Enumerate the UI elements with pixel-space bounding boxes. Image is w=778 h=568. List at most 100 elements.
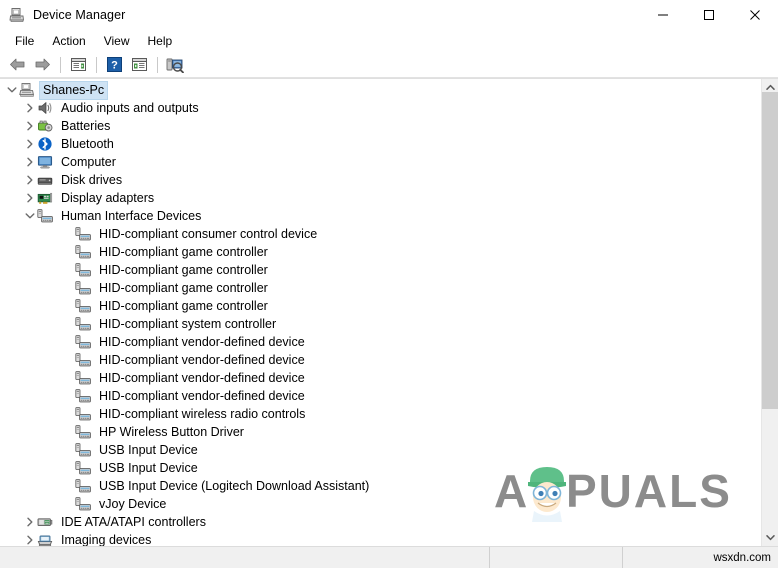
tree-device-row[interactable]: HID-compliant vendor-defined device [0, 333, 761, 351]
menu-action[interactable]: Action [43, 31, 94, 51]
hid-icon [75, 388, 91, 404]
menu-view[interactable]: View [95, 31, 139, 51]
tree-row-label: IDE ATA/ATAPI controllers [61, 515, 206, 529]
minimize-button[interactable] [640, 0, 686, 30]
tree-row-label: HID-compliant game controller [99, 245, 268, 259]
vertical-scrollbar[interactable] [761, 79, 778, 546]
tree-row-label: HID-compliant consumer control device [99, 227, 318, 241]
tree-category-row[interactable]: Bluetooth [0, 135, 761, 153]
title-bar: Device Manager [0, 0, 778, 30]
hid-icon [75, 406, 91, 422]
device-tree[interactable]: Shanes-Pc Audio inputs and outputs Batteri… [0, 79, 761, 546]
status-bar: wsxdn.com [0, 546, 778, 568]
svg-text:?: ? [111, 60, 118, 72]
tree-row-label: HID-compliant vendor-defined device [99, 335, 305, 349]
tree-device-row[interactable]: HID-compliant game controller [0, 297, 761, 315]
tree-category-row[interactable]: IDE ATA/ATAPI controllers [0, 513, 761, 531]
bluetooth-icon [37, 136, 53, 152]
battery-icon [37, 118, 53, 134]
disk-drive-icon [37, 172, 53, 188]
hid-icon [75, 460, 91, 476]
tree-device-row[interactable]: USB Input Device [0, 459, 761, 477]
tree-row-label: vJoy Device [99, 497, 167, 511]
tree-row-label: USB Input Device [99, 443, 198, 457]
tree-row-label: HID-compliant wireless radio controls [99, 407, 306, 421]
chevron-right-icon[interactable] [22, 189, 37, 207]
tree-row-label: HID-compliant game controller [99, 299, 268, 313]
maximize-button[interactable] [686, 0, 732, 30]
back-button[interactable] [5, 54, 29, 76]
hid-icon [75, 442, 91, 458]
hid-icon [75, 334, 91, 350]
hid-icon [75, 262, 91, 278]
status-panel-1 [0, 546, 490, 568]
tree-device-row[interactable]: HID-compliant game controller [0, 279, 761, 297]
forward-button[interactable] [30, 54, 54, 76]
tree-device-row[interactable]: HID-compliant game controller [0, 261, 761, 279]
tree-device-row[interactable]: HID-compliant wireless radio controls [0, 405, 761, 423]
tree-row-root[interactable]: Shanes-Pc [0, 80, 761, 100]
update-driver-button[interactable] [127, 54, 151, 76]
tree-category-row[interactable]: Display adapters [0, 189, 761, 207]
tree-device-row[interactable]: USB Input Device [0, 441, 761, 459]
chevron-down-icon[interactable] [4, 81, 19, 99]
speaker-icon [37, 100, 53, 116]
scrollbar-thumb[interactable] [762, 92, 778, 409]
tree-category-row[interactable]: Disk drives [0, 171, 761, 189]
hid-icon [75, 478, 91, 494]
window-title: Device Manager [33, 8, 126, 22]
chevron-down-icon[interactable] [22, 207, 37, 225]
chevron-right-icon[interactable] [22, 171, 37, 189]
tree-row-label: Batteries [61, 119, 111, 133]
chevron-right-icon[interactable] [22, 135, 37, 153]
tree-category-row[interactable]: Human Interface Devices [0, 207, 761, 225]
menu-help[interactable]: Help [139, 31, 182, 51]
tree-row-label: HID-compliant game controller [99, 263, 268, 277]
help-button[interactable]: ? [102, 54, 126, 76]
chevron-right-icon[interactable] [22, 153, 37, 171]
tree-device-row[interactable]: HID-compliant consumer control device [0, 225, 761, 243]
scan-hardware-button[interactable] [163, 54, 187, 76]
properties-button[interactable] [66, 54, 90, 76]
tree-row-label: HID-compliant vendor-defined device [99, 371, 305, 385]
tree-category-row[interactable]: Computer [0, 153, 761, 171]
scroll-down-button[interactable] [762, 529, 778, 546]
tree-row-label: Bluetooth [61, 137, 114, 151]
chevron-right-icon[interactable] [22, 99, 37, 117]
chevron-right-icon[interactable] [22, 531, 37, 546]
ide-controller-icon [37, 514, 53, 530]
tree-device-row[interactable]: HID-compliant vendor-defined device [0, 369, 761, 387]
tree-device-row[interactable]: HID-compliant game controller [0, 243, 761, 261]
chevron-right-icon[interactable] [22, 117, 37, 135]
tree-category-row[interactable]: Imaging devices [0, 531, 761, 546]
tree-row-label: Display adapters [61, 191, 155, 205]
tree-device-row[interactable]: HID-compliant vendor-defined device [0, 387, 761, 405]
close-button[interactable] [732, 0, 778, 30]
tree-device-row[interactable]: HID-compliant system controller [0, 315, 761, 333]
tree-device-row[interactable]: vJoy Device [0, 495, 761, 513]
tree-category-row[interactable]: Audio inputs and outputs [0, 99, 761, 117]
tree-row-label: USB Input Device [99, 461, 198, 475]
window-controls [640, 0, 778, 30]
tree-row-label: Shanes-Pc [38, 80, 109, 100]
monitor-icon [37, 154, 53, 170]
chevron-right-icon[interactable] [22, 513, 37, 531]
tree-device-row[interactable]: USB Input Device (Logitech Download Assi… [0, 477, 761, 495]
menu-file[interactable]: File [6, 31, 43, 51]
tree-category-row[interactable]: Batteries [0, 117, 761, 135]
tree-row-label: HID-compliant vendor-defined device [99, 353, 305, 367]
hid-icon [75, 226, 91, 242]
tree-device-row[interactable]: HP Wireless Button Driver [0, 423, 761, 441]
tree-device-row[interactable]: HID-compliant vendor-defined device [0, 351, 761, 369]
